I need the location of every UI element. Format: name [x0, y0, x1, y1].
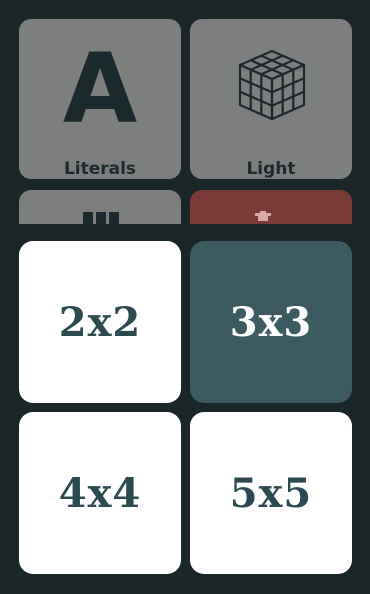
size-label-4x4: 4x4	[58, 469, 142, 517]
cube-icon	[238, 49, 306, 121]
size-picker-panel: 2x2 3x3 4x4 5x5	[0, 224, 370, 594]
trash-icon	[255, 211, 271, 221]
size-label-2x2: 2x2	[58, 298, 142, 346]
menu-tile-light[interactable]: Light	[190, 19, 352, 179]
size-option-4x4[interactable]: 4x4	[19, 412, 181, 574]
letter-a-icon: A	[62, 33, 138, 145]
menu-tile-literals[interactable]: A Literals	[19, 19, 181, 179]
tile-label-literals: Literals	[63, 159, 137, 179]
size-label-5x5: 5x5	[229, 469, 313, 517]
size-option-5x5[interactable]: 5x5	[190, 412, 352, 574]
size-label-3x3: 3x3	[229, 298, 313, 346]
app-screen: A Literals Light 2x2 3x3 4x4 5x5	[0, 0, 370, 594]
size-option-2x2[interactable]: 2x2	[19, 241, 181, 403]
size-option-3x3[interactable]: 3x3	[190, 241, 352, 403]
tile-label-light: Light	[246, 159, 296, 179]
